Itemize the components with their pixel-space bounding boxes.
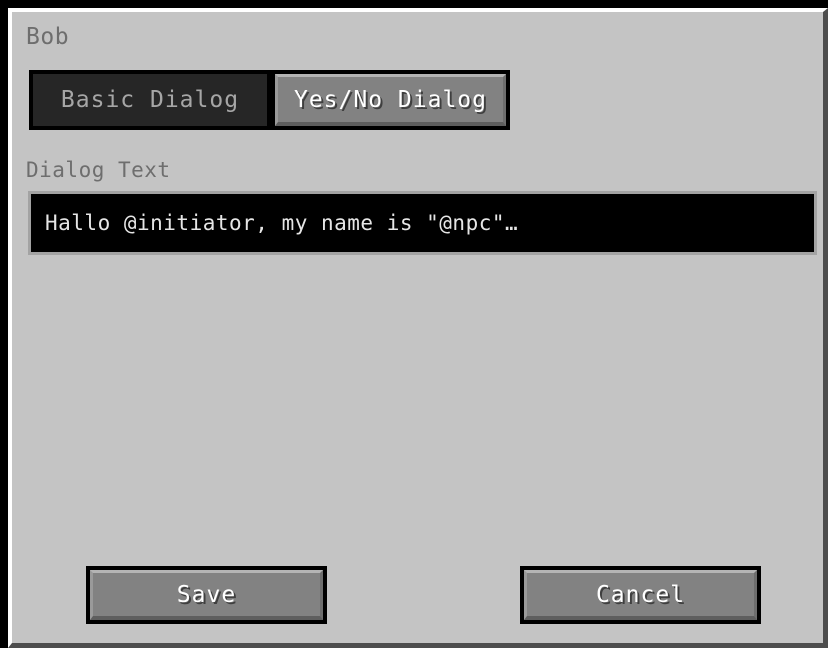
window-bevel: Bob Basic Dialog Yes/No Dialog Dialog Te… (8, 8, 828, 648)
tab-yes-no-dialog-label: Yes/No Dialog (275, 74, 506, 126)
cancel-button[interactable]: Cancel (520, 566, 761, 624)
dialog-text-label: Dialog Text (26, 158, 171, 182)
page-title: Bob (26, 24, 70, 50)
tab-basic-dialog[interactable]: Basic Dialog (29, 70, 271, 130)
tab-basic-dialog-label: Basic Dialog (33, 74, 267, 126)
window-panel: Bob Basic Dialog Yes/No Dialog Dialog Te… (12, 12, 823, 643)
tab-yes-no-dialog[interactable]: Yes/No Dialog (271, 70, 510, 130)
npc-dialog-editor-window: Bob Basic Dialog Yes/No Dialog Dialog Te… (0, 0, 828, 648)
dialog-text-input[interactable]: Hallo @initiator, my name is "@npc"… (28, 191, 817, 255)
save-button[interactable]: Save (86, 566, 327, 624)
save-button-label: Save (90, 570, 323, 620)
dialog-type-tabstrip: Basic Dialog Yes/No Dialog (29, 70, 510, 130)
cancel-button-label: Cancel (524, 570, 757, 620)
dialog-text-input-value: Hallo @initiator, my name is "@npc"… (45, 211, 519, 235)
